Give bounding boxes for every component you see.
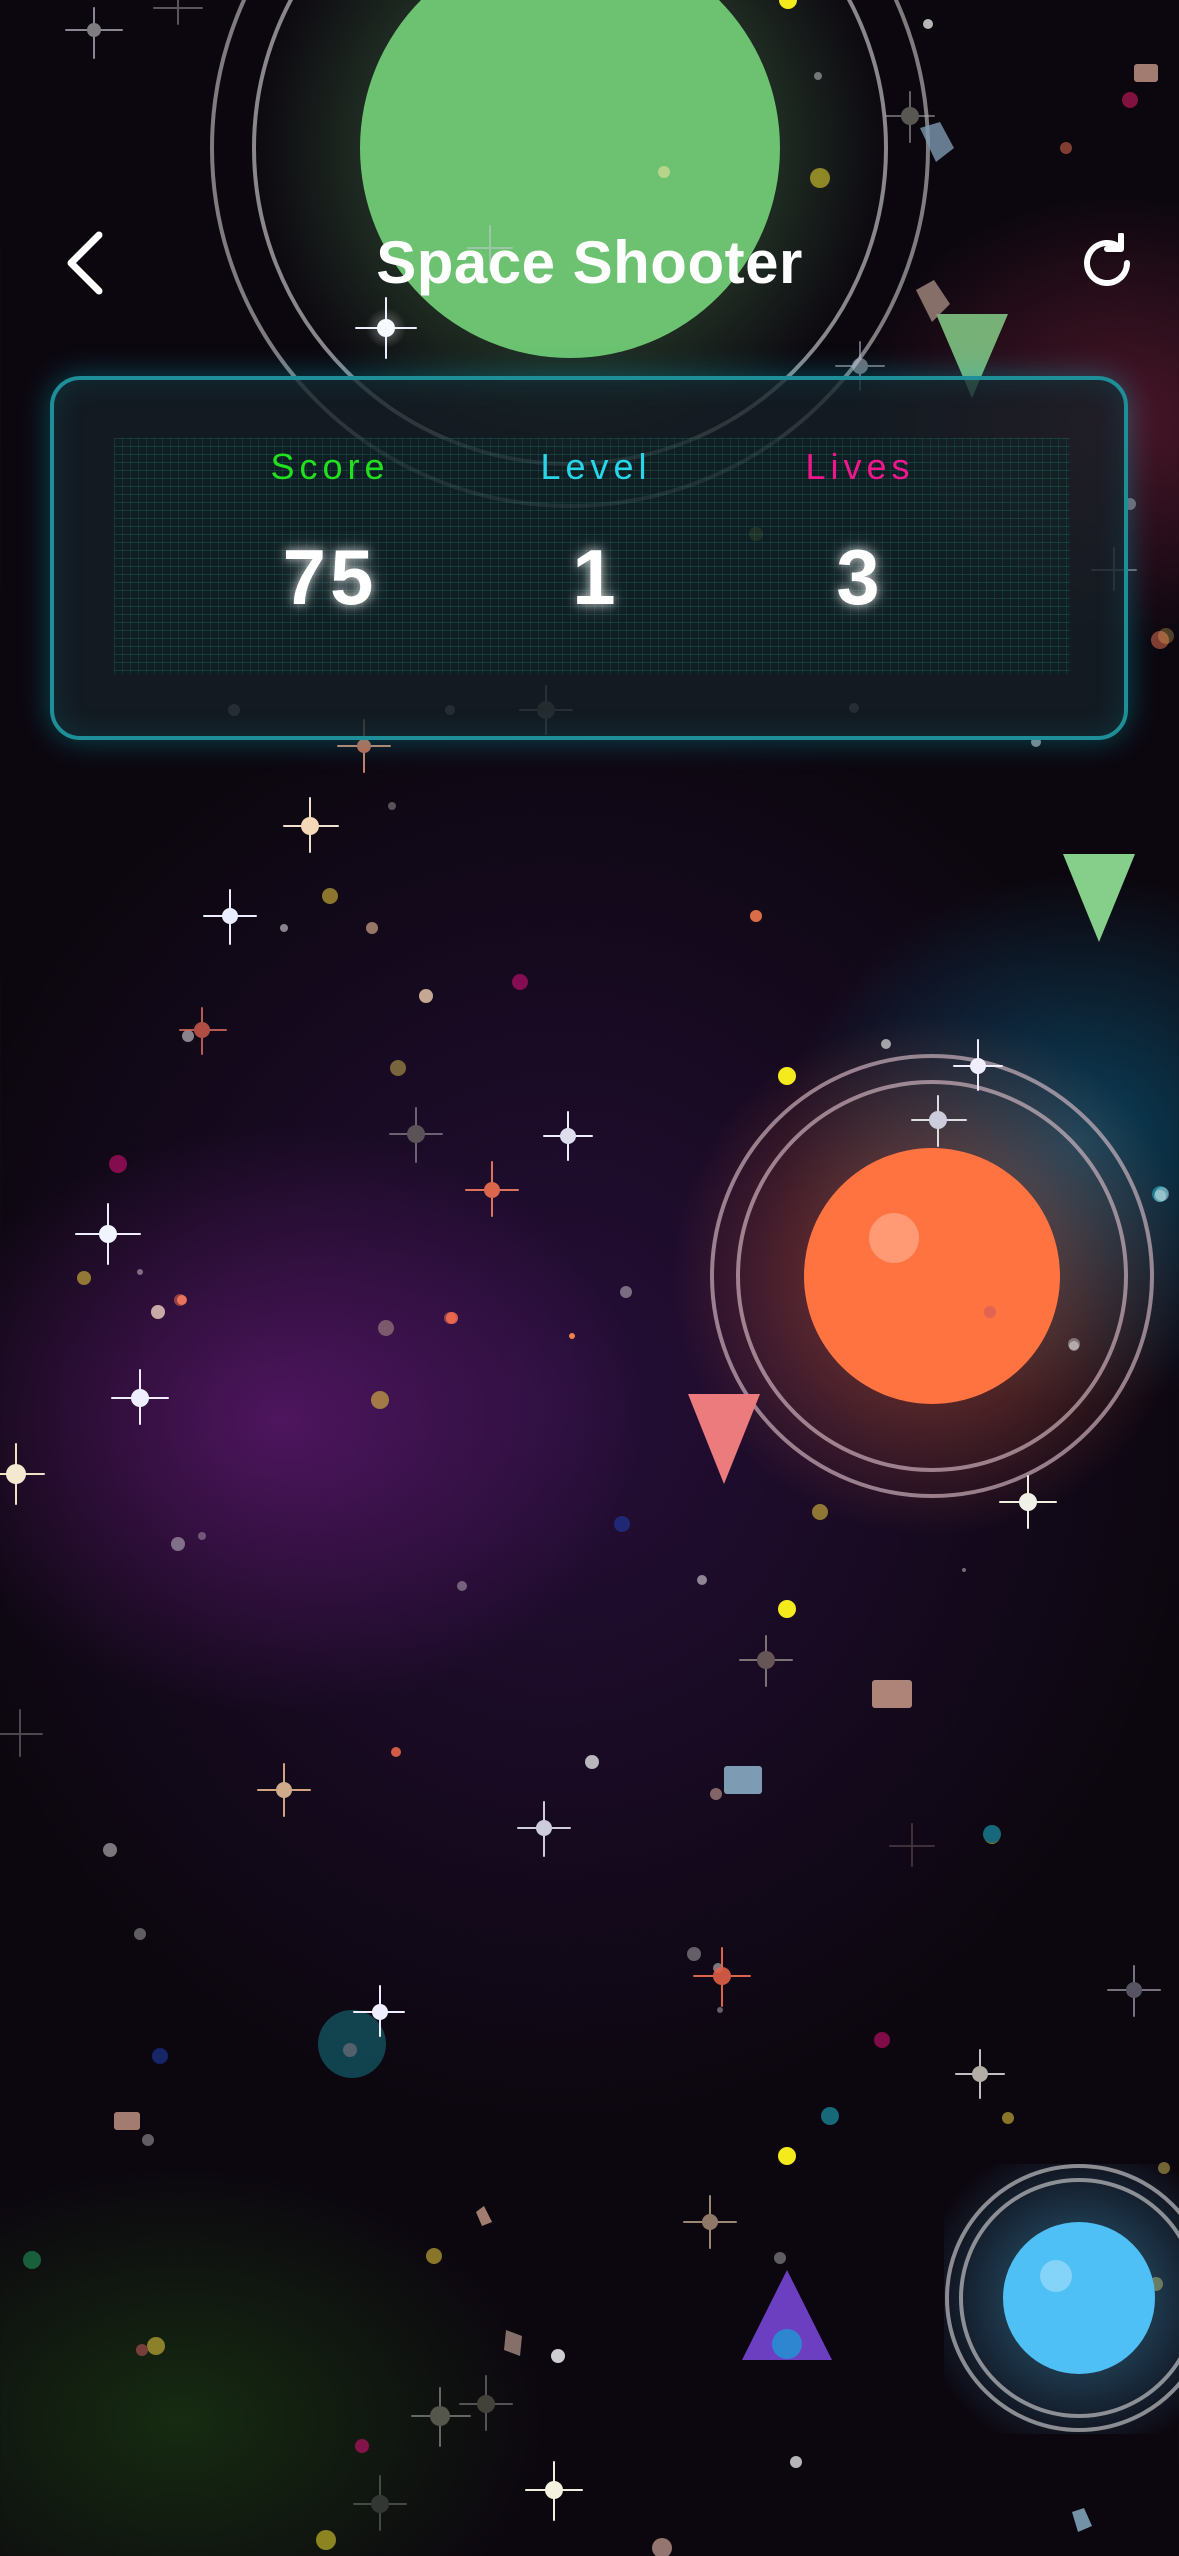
score-label: Score xyxy=(270,446,390,487)
planet-orange xyxy=(672,1016,1179,1536)
joystick-control[interactable] xyxy=(944,2164,1179,2434)
bullet xyxy=(778,1600,796,1618)
refresh-icon xyxy=(1084,233,1130,286)
level-stat: Level 1 xyxy=(446,446,746,623)
stats-panel: Score 75 Level 1 Lives 3 xyxy=(50,376,1128,740)
lives-value: 3 xyxy=(836,533,884,621)
bullet xyxy=(778,1067,796,1085)
top-bar: Space Shooter xyxy=(0,210,1179,310)
score-value: 75 xyxy=(282,533,378,621)
enemy-ship-green xyxy=(1063,854,1135,942)
page-title: Space Shooter xyxy=(376,229,803,296)
level-value: 1 xyxy=(572,533,620,621)
level-label: Level xyxy=(540,446,652,487)
player-ship xyxy=(742,2270,832,2360)
lives-label: Lives xyxy=(805,446,915,487)
score-stat: Score 75 xyxy=(180,446,480,623)
restart-button[interactable] xyxy=(1072,228,1142,298)
bullet xyxy=(778,2147,796,2165)
lives-stat: Lives 3 xyxy=(710,446,1010,623)
